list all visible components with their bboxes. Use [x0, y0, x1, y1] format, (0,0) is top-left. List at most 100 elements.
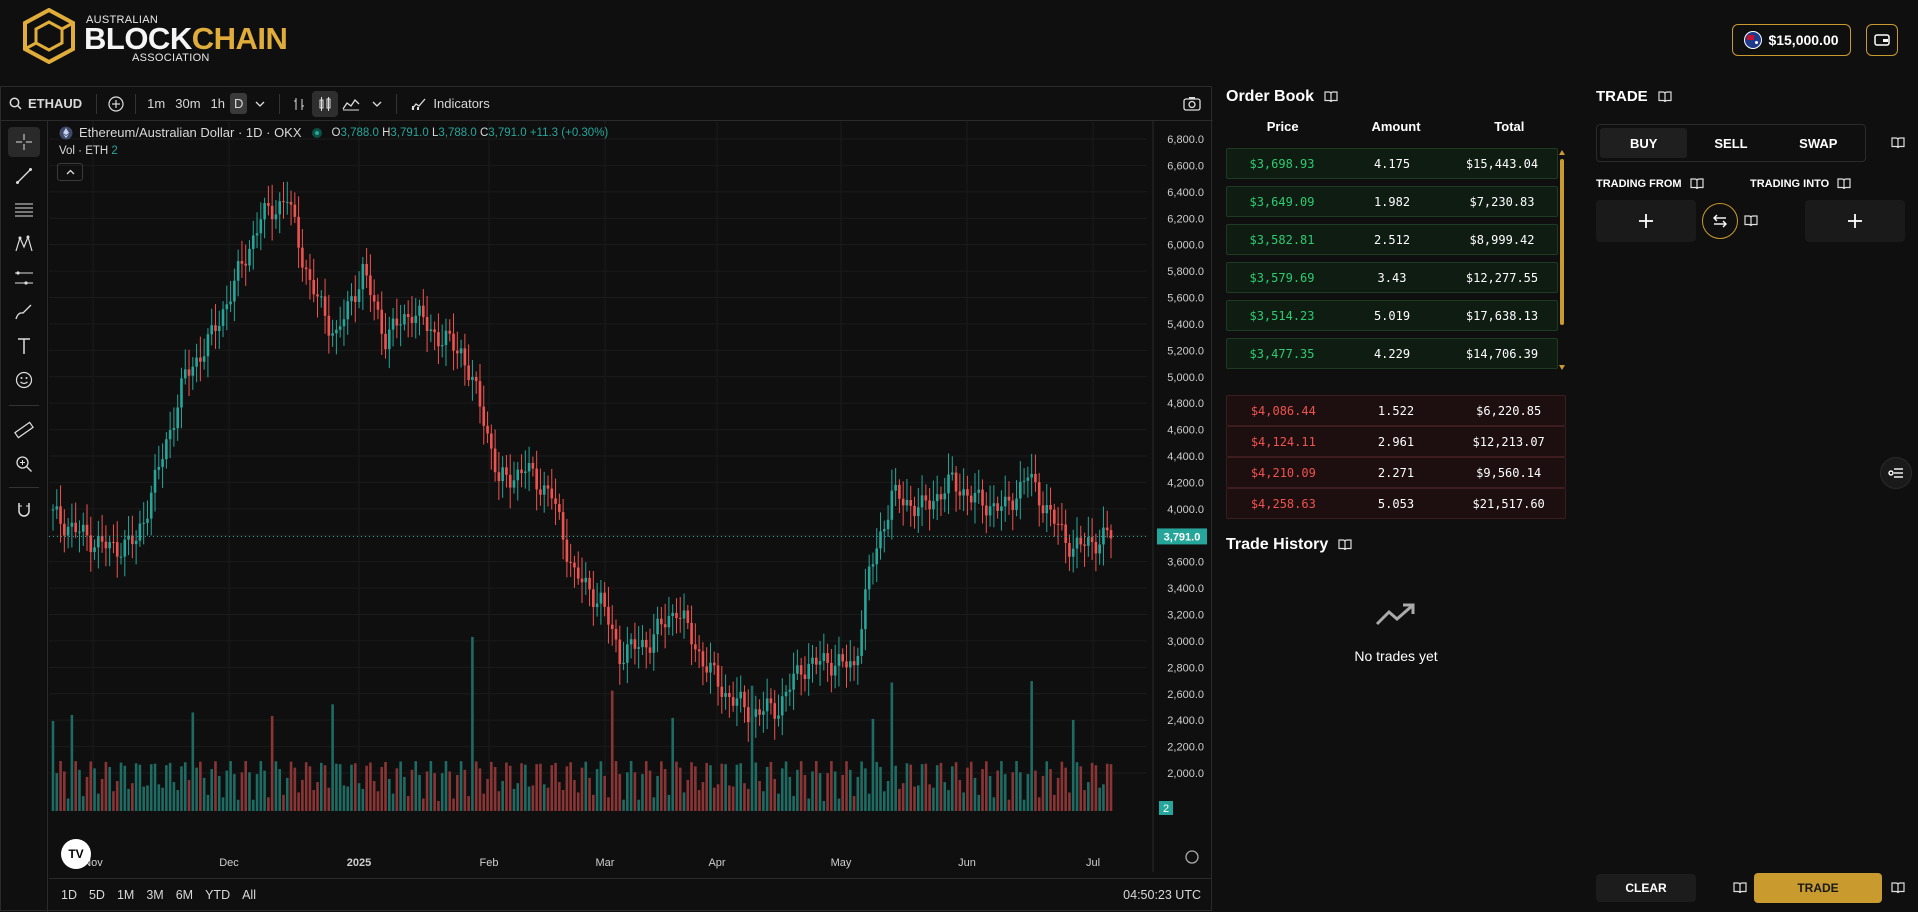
book-icon[interactable] [1689, 178, 1704, 190]
range-all[interactable]: All [236, 888, 262, 902]
brush-tool[interactable] [8, 297, 40, 327]
book-icon[interactable] [1837, 178, 1851, 190]
volume-bar [1071, 719, 1075, 811]
timeframe-dropdown[interactable] [247, 91, 273, 117]
forecast-tool[interactable] [8, 263, 40, 293]
book-icon[interactable] [1658, 90, 1672, 103]
magnet-tool[interactable] [8, 495, 40, 525]
timeframe-30m[interactable]: 30m [170, 96, 205, 111]
crosshair-tool[interactable] [8, 127, 40, 157]
order-book-scrollbar[interactable] [1558, 149, 1566, 371]
volume-bar [418, 774, 421, 811]
volume-bar [992, 797, 996, 811]
volume-bar [985, 761, 988, 811]
y-tick-label: 6,800.0 [1167, 134, 1204, 146]
utc-clock[interactable]: 04:50:23 UTC [1123, 888, 1201, 902]
tab-sell[interactable]: SELL [1687, 128, 1774, 158]
ask-row[interactable]: $4,086.44 1.522 $6,220.85 [1226, 395, 1566, 426]
candle-style-button[interactable] [312, 90, 339, 117]
measure-tool[interactable] [8, 415, 40, 445]
trend-line-tool[interactable] [8, 161, 40, 191]
compare-symbol-button[interactable] [103, 91, 129, 117]
book-icon[interactable] [1324, 91, 1338, 103]
text-tool[interactable] [8, 331, 40, 361]
tab-swap[interactable]: SWAP [1775, 128, 1862, 158]
wallet-button[interactable] [1866, 24, 1898, 56]
volume-bar [1094, 765, 1098, 811]
bid-row[interactable]: $3,514.23 5.019 $17,638.13 [1226, 300, 1558, 331]
tradingview-logo[interactable]: TV [61, 839, 91, 869]
volume-bar [701, 782, 705, 811]
book-icon[interactable] [1891, 882, 1905, 894]
y-tick-label: 6,200.0 [1167, 213, 1204, 225]
bid-row[interactable]: $3,579.69 3.43 $12,277.55 [1226, 262, 1558, 293]
candle-body [482, 406, 486, 426]
ask-price: $4,124.11 [1250, 434, 1316, 449]
balance-button[interactable]: $15,000.00 [1732, 24, 1851, 56]
collapse-legend-button[interactable] [57, 163, 83, 181]
trade-button[interactable]: TRADE [1754, 873, 1882, 903]
scrollbar-thumb[interactable] [1560, 159, 1564, 325]
trading-into-select[interactable] [1805, 200, 1905, 242]
candle-body [1109, 530, 1113, 539]
bid-row[interactable]: $3,649.09 1.982 $7,230.83 [1226, 186, 1558, 217]
bid-row[interactable]: $3,477.35 4.229 $14,706.39 [1226, 338, 1558, 369]
volume-bar [690, 762, 693, 811]
area-style-button[interactable] [338, 91, 364, 117]
range-1d[interactable]: 1D [55, 888, 83, 902]
candle-body [387, 329, 391, 350]
logo[interactable]: AUSTRALIAN BLOCKCHAIN ASSOCIATION [20, 8, 288, 66]
floating-menu-button[interactable] [1880, 457, 1912, 489]
timeframe-1h[interactable]: 1h [206, 96, 230, 111]
timeframe-1m[interactable]: 1m [142, 96, 170, 111]
candle-body [762, 711, 765, 715]
candle-body [278, 201, 282, 215]
candle-body [508, 474, 512, 488]
order-book-header: Order Book [1226, 88, 1338, 106]
indicators-button[interactable]: Indicators [403, 96, 497, 111]
range-5d[interactable]: 5D [83, 888, 111, 902]
volume-bar [1049, 769, 1052, 811]
candle-body [1015, 498, 1018, 511]
candle-body [497, 472, 501, 482]
trading-from-select[interactable] [1596, 200, 1696, 242]
chart-type-dropdown[interactable] [364, 91, 390, 117]
candle-body [882, 529, 886, 532]
volume-bar [780, 768, 784, 811]
volume-bar [962, 792, 965, 811]
range-6m[interactable]: 6M [170, 888, 199, 902]
fib-tool[interactable] [8, 195, 40, 225]
candle-body [505, 467, 508, 475]
bid-row[interactable]: $3,582.81 2.512 $8,999.42 [1226, 224, 1558, 255]
book-icon[interactable] [1338, 539, 1352, 551]
timeframe-d[interactable]: D [230, 93, 248, 114]
pattern-tool[interactable] [8, 229, 40, 259]
chart-plot-area[interactable]: 6,800.0 6,600.0 6,400.0 6,200.0 6,000.0 5,800… [49, 121, 1211, 881]
screenshot-button[interactable] [1179, 91, 1205, 117]
candle-body [1071, 548, 1075, 557]
trade-type-tabs: BUY SELL SWAP [1596, 124, 1866, 162]
volume-bar [74, 761, 77, 811]
range-1m[interactable]: 1M [111, 888, 140, 902]
bid-row[interactable]: $3,698.93 4.175 $15,443.04 [1226, 148, 1558, 179]
book-icon[interactable] [1733, 882, 1747, 894]
emoji-tool[interactable] [8, 365, 40, 395]
bar-style-button[interactable] [286, 91, 312, 117]
tab-buy[interactable]: BUY [1600, 128, 1688, 158]
swap-direction-button[interactable] [1702, 203, 1738, 239]
logo-small-bottom: ASSOCIATION [132, 52, 210, 64]
book-icon[interactable] [1744, 215, 1758, 227]
symbol-search[interactable]: ETHAUD [1, 96, 90, 111]
clear-button[interactable]: CLEAR [1596, 874, 1696, 902]
ask-row[interactable]: $4,258.63 5.053 $21,517.60 [1226, 488, 1566, 519]
book-icon[interactable] [1891, 137, 1905, 149]
range-3m[interactable]: 3M [140, 888, 169, 902]
volume-bar [1064, 767, 1067, 811]
candlestick-chart[interactable]: 6,800.0 6,600.0 6,400.0 6,200.0 6,000.0 5,800… [49, 121, 1211, 881]
range-ytd[interactable]: YTD [199, 888, 236, 902]
zoom-tool[interactable] [8, 449, 40, 479]
ask-row[interactable]: $4,124.11 2.961 $12,213.07 [1226, 426, 1566, 457]
ask-row[interactable]: $4,210.09 2.271 $9,560.14 [1226, 457, 1566, 488]
candle-body [51, 509, 55, 511]
order-book: Order Book Price Amount Total $3,698.93 4… [1226, 86, 1566, 536]
